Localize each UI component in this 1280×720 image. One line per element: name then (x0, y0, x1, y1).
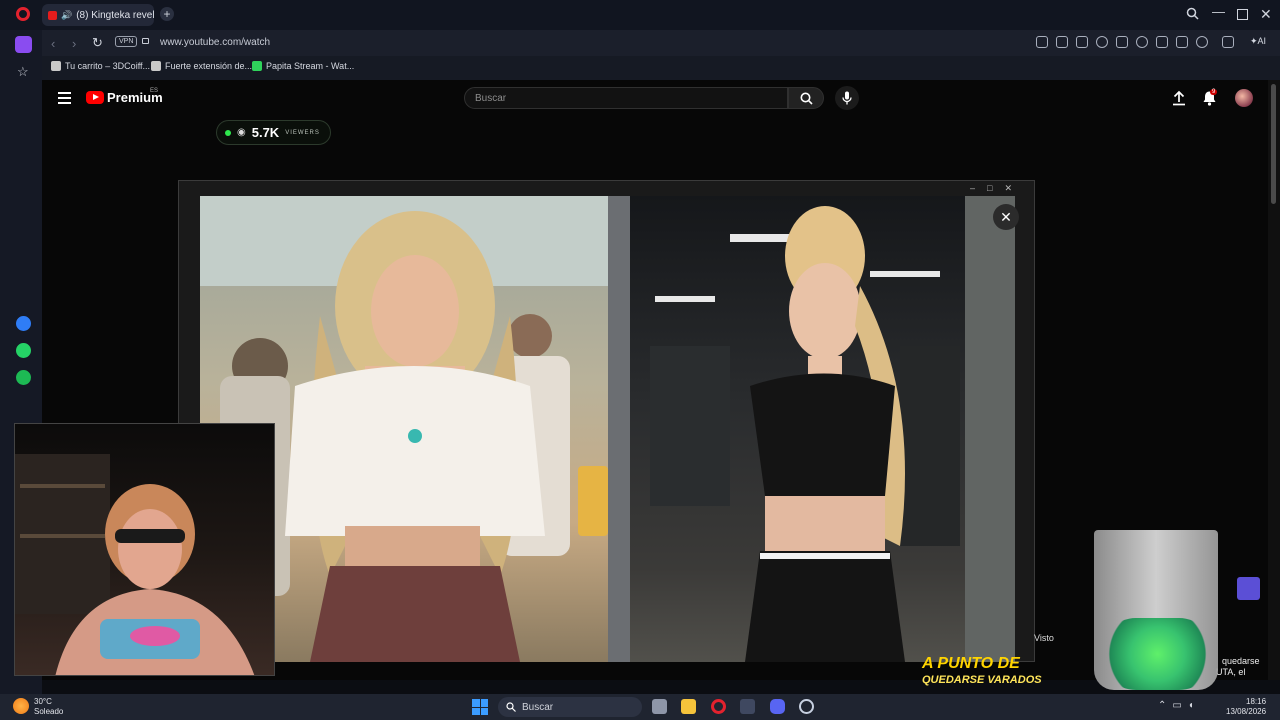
microphone-icon (842, 91, 852, 105)
taskbar-search[interactable]: Buscar (498, 697, 642, 717)
scrollbar-thumb[interactable] (1271, 84, 1276, 204)
bookmark-item[interactable]: Tu carrito – 3DCoiff... (51, 61, 150, 71)
region-code: ES (150, 88, 159, 94)
play-icon[interactable] (1116, 36, 1128, 48)
file-explorer-icon[interactable] (681, 699, 696, 714)
search-button[interactable] (788, 87, 824, 109)
download-icon[interactable] (1156, 36, 1168, 48)
shield-icon[interactable] (1096, 36, 1108, 48)
time: 18:16 (1246, 697, 1267, 706)
zoom-icon[interactable] (1036, 36, 1048, 48)
app-taskbar-icon[interactable] (740, 699, 755, 714)
tab-active[interactable]: 🔊 (8) Kingteka revela qu (42, 4, 154, 26)
youtube-favicon-icon (48, 10, 57, 20)
opera-logo-icon[interactable] (16, 7, 30, 21)
reload-button[interactable]: ↻ (92, 35, 103, 51)
search-icon (506, 702, 516, 712)
lock-icon (142, 38, 149, 44)
menu-icon[interactable] (1176, 36, 1188, 48)
bookmark-label: Papita Stream - Wat... (266, 61, 355, 71)
youtube-play-icon (86, 91, 104, 104)
extensions-icon[interactable] (1222, 36, 1234, 48)
bookmark-label: Tu carrito – 3DCoiff... (65, 61, 151, 71)
whatsapp-icon[interactable] (16, 343, 31, 358)
taskbar-search-label: Buscar (522, 701, 554, 713)
opera-taskbar-icon[interactable] (711, 699, 726, 714)
streamer-webcam (14, 423, 275, 676)
weather-condition: Soleado (34, 707, 64, 716)
system-tray-icons[interactable]: ⌃▭◖ (1158, 700, 1200, 711)
bookmark-item[interactable]: Papita Stream - Wat... (252, 61, 354, 71)
photo-divider (608, 196, 630, 662)
search-icon (800, 92, 813, 105)
close-window-button[interactable]: ✕ (1260, 6, 1272, 23)
search-input[interactable]: Buscar (464, 87, 788, 109)
bookmark-favicon-icon (252, 61, 262, 71)
ticker-subheadline: QUEDARSE VARADOS (922, 674, 1042, 686)
side-text: Visto (1034, 633, 1054, 643)
heart-icon[interactable] (1136, 36, 1148, 48)
weather-widget[interactable]: 30°C Soleado (34, 697, 63, 717)
maximize-button[interactable] (1237, 9, 1248, 20)
weather-icon[interactable] (13, 698, 29, 714)
temperature: 30°C (34, 697, 52, 706)
window-controls: –□✕ (970, 183, 1024, 193)
vpn-badge[interactable]: VPN (115, 36, 138, 47)
task-view-icon[interactable] (652, 699, 667, 714)
leaf-graphic (1100, 618, 1215, 690)
back-button[interactable]: ‹ (51, 36, 55, 51)
edit-icon[interactable] (1056, 36, 1068, 48)
ticker-headline: A PUNTO DE (922, 655, 1020, 672)
channel-badge-icon (1237, 577, 1260, 600)
bookmark-favicon-icon (51, 61, 61, 71)
eye-icon: ◉ (237, 127, 246, 138)
bookmarks-star-icon[interactable]: ☆ (17, 64, 29, 80)
bookmark-label: Fuerte extensión de... (165, 61, 253, 71)
live-indicator-icon (225, 129, 231, 136)
discord-icon[interactable] (770, 699, 785, 714)
minimize-button[interactable]: — (1212, 4, 1225, 19)
side-text: UTA, el (1216, 667, 1246, 677)
date: 13/08/2026 (1226, 707, 1267, 716)
forward-button[interactable]: › (72, 36, 76, 51)
viewer-count-badge: ◉ 5.7K VIEWERS (216, 120, 331, 145)
start-button[interactable] (472, 699, 488, 715)
search-tabs-icon[interactable] (1186, 7, 1199, 20)
ai-label: AI (1257, 36, 1267, 46)
url-field[interactable]: www.youtube.com/watch (160, 37, 270, 48)
voice-search-button[interactable] (835, 86, 859, 110)
side-text: quedarse (1222, 656, 1260, 666)
messenger-icon[interactable] (16, 316, 31, 331)
spotify-icon[interactable] (16, 370, 31, 385)
new-tab-button[interactable]: + (160, 7, 174, 21)
viewer-count: 5.7K (251, 125, 280, 140)
bookmark-item[interactable]: Fuerte extensión de... (151, 61, 252, 71)
steam-icon[interactable] (799, 699, 814, 714)
clock[interactable]: 18:16 13/08/2026 (1226, 697, 1266, 717)
speaker-icon: 🔊 (61, 9, 73, 20)
tab-title: (8) Kingteka revela qu (76, 9, 154, 21)
upload-icon[interactable] (1172, 90, 1186, 106)
camera-icon[interactable] (1076, 36, 1088, 48)
close-overlay-button[interactable]: ✕ (993, 204, 1019, 230)
viewers-label: VIEWERS (285, 129, 320, 136)
home-icon[interactable] (15, 36, 32, 53)
hamburger-menu-icon[interactable] (58, 92, 71, 104)
title-bar (0, 0, 1280, 30)
bookmark-favicon-icon (151, 61, 161, 71)
avatar[interactable] (1235, 89, 1253, 107)
ai-button[interactable]: ✦AI (1250, 36, 1266, 47)
gym-photo (630, 196, 1015, 662)
profile-icon[interactable] (1196, 36, 1208, 48)
